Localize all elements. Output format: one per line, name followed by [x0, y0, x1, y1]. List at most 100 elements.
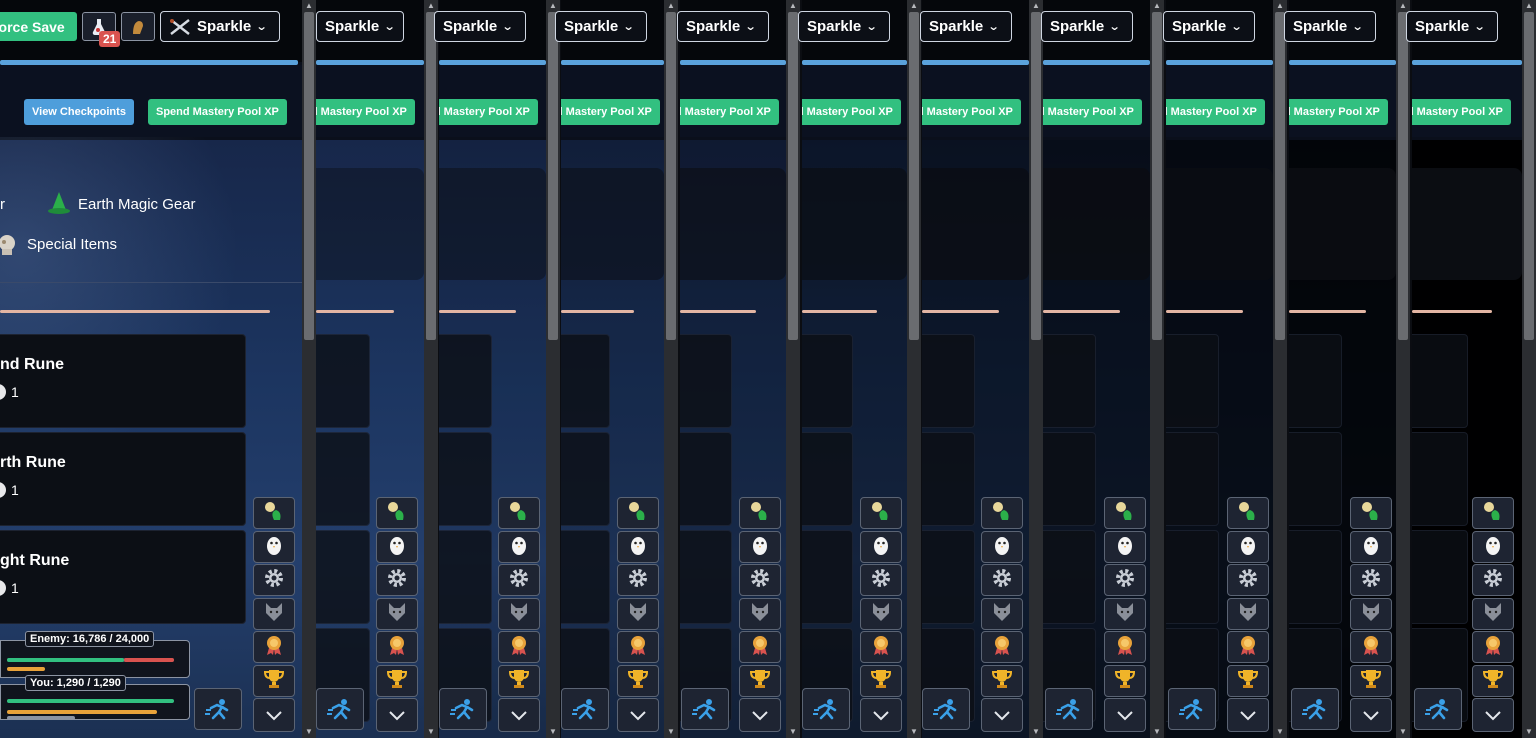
farming-button[interactable] — [617, 497, 659, 529]
medal-button[interactable] — [1350, 631, 1392, 663]
run-button[interactable] — [802, 688, 850, 730]
wolf-button[interactable] — [498, 598, 540, 630]
list-item[interactable] — [0, 334, 246, 428]
spend-mastery-pool-button[interactable]: Spend Mastery Pool XP — [1043, 99, 1142, 125]
trophy-button[interactable] — [1104, 665, 1146, 697]
run-button[interactable] — [922, 688, 970, 730]
list-item[interactable] — [1289, 432, 1342, 526]
chevron-down-button[interactable] — [376, 698, 418, 732]
list-item[interactable] — [922, 334, 975, 428]
chevron-down-button[interactable] — [617, 698, 659, 732]
trophy-button[interactable] — [1227, 665, 1269, 697]
penguin-button[interactable] — [739, 531, 781, 563]
list-item[interactable] — [922, 530, 975, 624]
run-button[interactable] — [439, 688, 487, 730]
scrollbar[interactable]: ▲ ▼ — [1396, 0, 1410, 738]
list-item[interactable] — [561, 334, 610, 428]
farming-button[interactable] — [981, 497, 1023, 529]
run-button[interactable] — [316, 688, 364, 730]
character-dropdown[interactable]: Sparkle ⌄ — [160, 11, 280, 42]
medal-button[interactable] — [981, 631, 1023, 663]
prayer-button[interactable] — [121, 12, 155, 41]
farming-button[interactable] — [1350, 497, 1392, 529]
gear-button[interactable] — [739, 564, 781, 596]
trophy-button[interactable] — [617, 665, 659, 697]
trophy-button[interactable] — [1472, 665, 1514, 697]
farming-button[interactable] — [739, 497, 781, 529]
scrollbar[interactable]: ▲ ▼ — [664, 0, 678, 738]
scrollbar-thumb[interactable] — [1152, 12, 1162, 340]
list-item[interactable] — [1412, 334, 1468, 428]
penguin-button[interactable] — [253, 531, 295, 563]
gear-button[interactable] — [1227, 564, 1269, 596]
scrollbar[interactable]: ▲ ▼ — [302, 0, 316, 738]
gear-button[interactable] — [1472, 564, 1514, 596]
farming-button[interactable] — [376, 497, 418, 529]
spend-mastery-pool-button[interactable]: Spend Mastery Pool XP — [1166, 99, 1265, 125]
scrollbar[interactable]: ▲ ▼ — [786, 0, 800, 738]
trophy-button[interactable] — [981, 665, 1023, 697]
farming-button[interactable] — [1104, 497, 1146, 529]
character-dropdown[interactable]: Sparkle ⌄ — [1041, 11, 1133, 42]
scrollbar[interactable]: ▲ ▼ — [1029, 0, 1043, 738]
farming-button[interactable] — [253, 497, 295, 529]
spend-mastery-pool-button[interactable]: Spend Mastery Pool XP — [439, 99, 538, 125]
list-item[interactable] — [802, 432, 853, 526]
character-dropdown[interactable]: Sparkle ⌄ — [434, 11, 526, 42]
run-button[interactable] — [1291, 688, 1339, 730]
wolf-button[interactable] — [253, 598, 295, 630]
run-button[interactable] — [1414, 688, 1462, 730]
penguin-button[interactable] — [498, 531, 540, 563]
scrollbar-thumb[interactable] — [788, 12, 798, 340]
scrollbar[interactable]: ▲ ▼ — [907, 0, 921, 738]
spend-mastery-pool-button[interactable]: Spend Mastery Pool XP — [561, 99, 660, 125]
penguin-button[interactable] — [1227, 531, 1269, 563]
scrollbar-thumb[interactable] — [1275, 12, 1285, 340]
penguin-button[interactable] — [1104, 531, 1146, 563]
farming-button[interactable] — [1472, 497, 1514, 529]
list-item[interactable] — [0, 530, 246, 624]
chevron-down-button[interactable] — [498, 698, 540, 732]
chevron-down-button[interactable] — [1350, 698, 1392, 732]
spend-mastery-pool-button[interactable]: Spend Mastery Pool XP — [680, 99, 779, 125]
medal-button[interactable] — [376, 631, 418, 663]
list-item[interactable] — [1043, 432, 1096, 526]
spend-mastery-pool-button[interactable]: Spend Mastery Pool XP — [1412, 99, 1511, 125]
view-checkpoints-button[interactable]: View Checkpoints — [24, 99, 134, 125]
category-special-items[interactable]: Special Items — [27, 236, 117, 253]
list-item[interactable] — [680, 432, 732, 526]
list-item[interactable] — [1289, 334, 1342, 428]
force-save-button[interactable]: Force Save — [0, 12, 77, 41]
list-item[interactable] — [1166, 432, 1219, 526]
spend-mastery-pool-button[interactable]: Spend Mastery Pool XP — [316, 99, 415, 125]
farming-button[interactable] — [498, 497, 540, 529]
character-dropdown[interactable]: Sparkle ⌄ — [920, 11, 1012, 42]
character-dropdown[interactable]: Sparkle ⌄ — [555, 11, 647, 42]
medal-button[interactable] — [498, 631, 540, 663]
scrollbar[interactable]: ▲ ▼ — [1273, 0, 1287, 738]
run-button[interactable] — [681, 688, 729, 730]
scrollbar-thumb[interactable] — [666, 12, 676, 340]
list-item[interactable] — [561, 530, 610, 624]
gear-button[interactable] — [617, 564, 659, 596]
farming-button[interactable] — [860, 497, 902, 529]
character-dropdown[interactable]: Sparkle ⌄ — [1284, 11, 1376, 42]
chevron-down-button[interactable] — [1227, 698, 1269, 732]
list-item[interactable] — [439, 530, 492, 624]
penguin-button[interactable] — [981, 531, 1023, 563]
gear-button[interactable] — [981, 564, 1023, 596]
wolf-button[interactable] — [617, 598, 659, 630]
run-button[interactable] — [561, 688, 609, 730]
medal-button[interactable] — [1104, 631, 1146, 663]
penguin-button[interactable] — [1350, 531, 1392, 563]
trophy-button[interactable] — [739, 665, 781, 697]
chevron-down-button[interactable] — [739, 698, 781, 732]
gear-button[interactable] — [376, 564, 418, 596]
list-item[interactable] — [680, 334, 732, 428]
list-item[interactable] — [1166, 334, 1219, 428]
wolf-button[interactable] — [860, 598, 902, 630]
scrollbar[interactable]: ▲ ▼ — [546, 0, 560, 738]
list-item[interactable] — [1412, 432, 1468, 526]
list-item[interactable] — [1166, 530, 1219, 624]
wolf-button[interactable] — [739, 598, 781, 630]
